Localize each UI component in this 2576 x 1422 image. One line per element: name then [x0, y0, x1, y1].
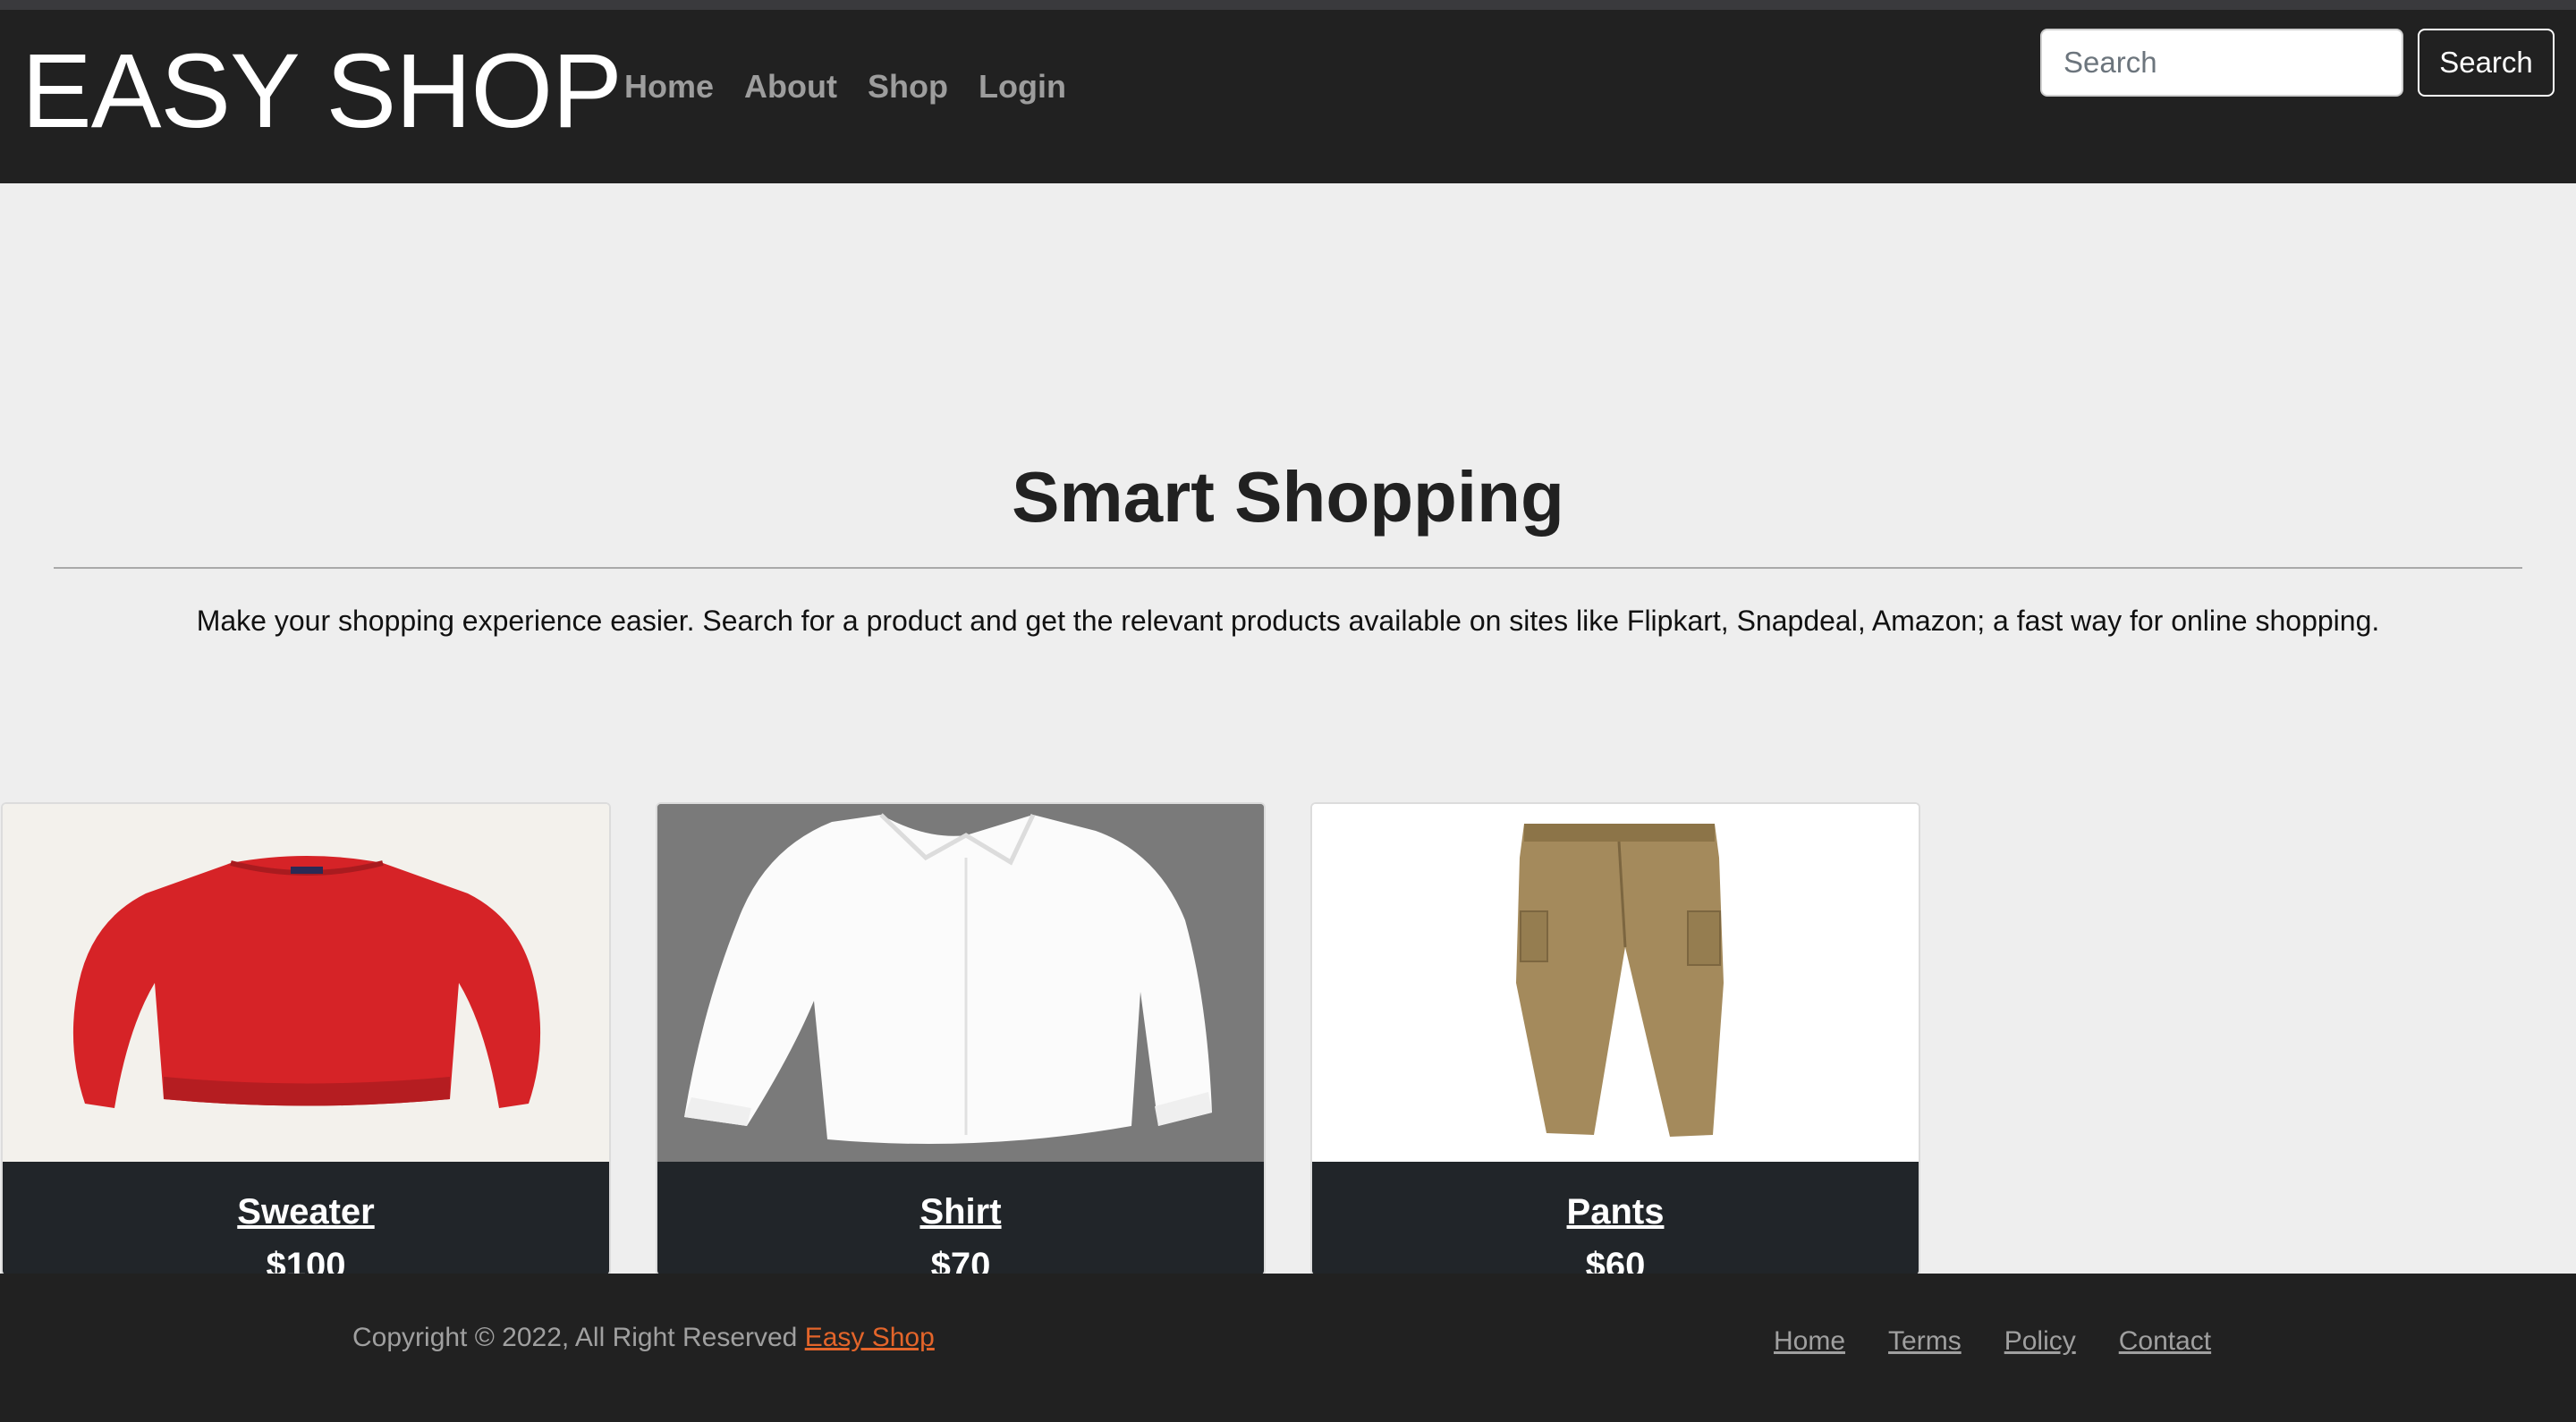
search-button[interactable]: Search	[2418, 29, 2555, 97]
footer-nav: Home Terms Policy Contact	[1774, 1324, 2211, 1359]
nav-login[interactable]: Login	[979, 60, 1066, 114]
search-input[interactable]	[2040, 29, 2403, 97]
nav-about[interactable]: About	[744, 60, 837, 114]
navbar: EASY SHOP Home About Shop Login Search	[0, 10, 2576, 183]
window-top-strip	[0, 0, 2576, 10]
product-price: $100	[266, 1246, 346, 1276]
product-price: $60	[1585, 1246, 1646, 1276]
page-title: Smart Shopping	[1012, 457, 1564, 537]
footer-brand-link[interactable]: Easy Shop	[805, 1323, 935, 1352]
product-name-link[interactable]: Shirt	[657, 1189, 1264, 1235]
product-card-shirt[interactable]: Shirt $70	[656, 802, 1266, 1276]
product-card-pants[interactable]: Pants $60	[1310, 802, 1920, 1276]
pants-image[interactable]	[1312, 804, 1919, 1162]
hero-description: Make your shopping experience easier. Se…	[196, 605, 2380, 637]
card-body: Pants $60	[1312, 1162, 1919, 1276]
main-nav: Home About Shop Login	[624, 60, 1066, 114]
footer-link-contact[interactable]: Contact	[2119, 1324, 2211, 1359]
product-name-link[interactable]: Sweater	[3, 1189, 609, 1235]
card-body: Sweater $100	[3, 1162, 609, 1276]
card-body: Shirt $70	[657, 1162, 1264, 1276]
footer-link-terms[interactable]: Terms	[1888, 1324, 1962, 1359]
divider	[54, 567, 2522, 569]
product-name-link[interactable]: Pants	[1312, 1189, 1919, 1235]
footer-link-home[interactable]: Home	[1774, 1324, 1845, 1359]
product-card-sweater[interactable]: Sweater $100	[1, 802, 611, 1276]
copyright-label: Copyright © 2022, All Right Reserved	[352, 1323, 798, 1352]
shirt-image[interactable]	[657, 804, 1264, 1162]
product-price: $70	[930, 1246, 991, 1276]
footer: Copyright © 2022, All Right Reserved Eas…	[0, 1274, 2576, 1422]
nav-shop[interactable]: Shop	[868, 60, 948, 114]
brand-logo[interactable]: EASY SHOP	[21, 24, 623, 158]
copyright-text: Copyright © 2022, All Right Reserved Eas…	[352, 1320, 935, 1356]
nav-home[interactable]: Home	[624, 60, 714, 114]
sweater-image[interactable]	[3, 804, 609, 1162]
footer-link-policy[interactable]: Policy	[2004, 1324, 2076, 1359]
